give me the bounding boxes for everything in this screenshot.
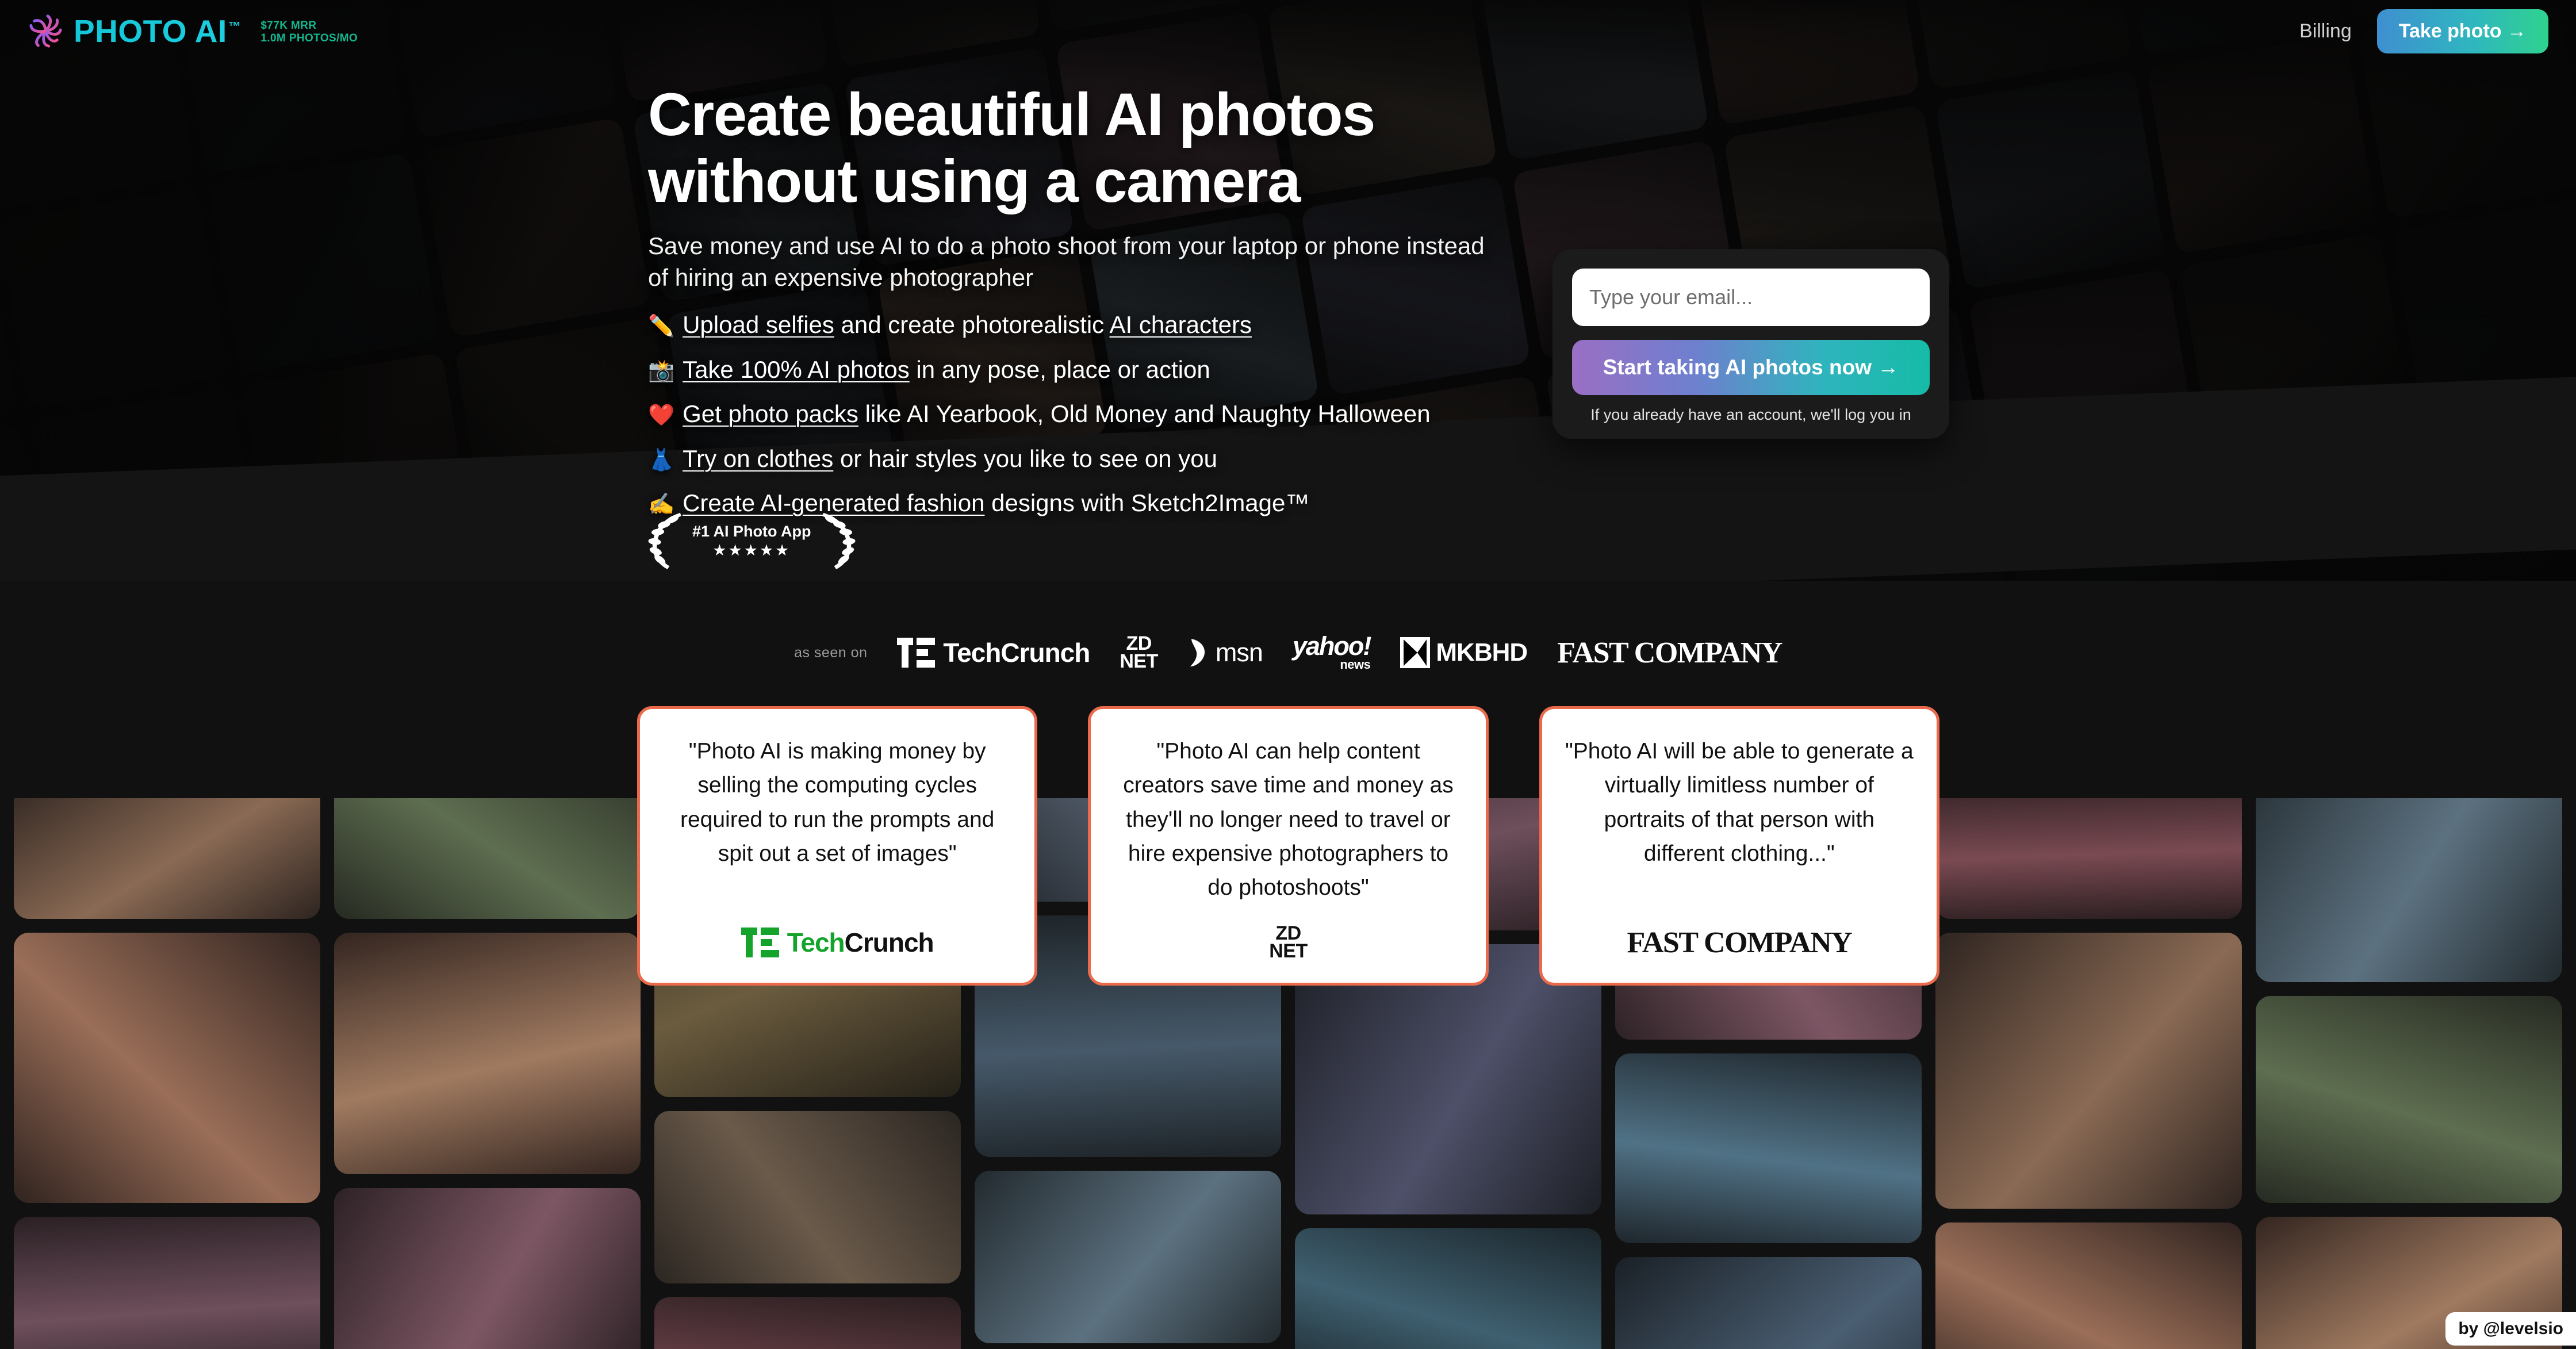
page-title: Create beautiful AI photos without using… bbox=[648, 81, 1375, 215]
camera-icon: 📸 bbox=[648, 358, 675, 382]
stat-mrr: $77K MRR bbox=[260, 20, 317, 32]
hero-copy-block: Create beautiful AI photos without using… bbox=[648, 82, 1488, 518]
stat-photos: 1.0M PHOTOS/MO bbox=[260, 32, 358, 44]
take-photo-button[interactable]: Take photo → bbox=[2376, 9, 2548, 53]
nav-link-billing[interactable]: Billing bbox=[2299, 20, 2352, 43]
award-star-rating: ★★★★★ bbox=[712, 542, 791, 559]
hero-feature-item: ✏️ Upload selfies and create photorealist… bbox=[648, 311, 1488, 339]
laurel-right-icon bbox=[822, 512, 856, 569]
spiral-logo-icon bbox=[29, 14, 62, 48]
hero-subheadline: Save money and use AI to do a photo shoo… bbox=[648, 232, 1485, 291]
signup-card: Start taking AI photos now → If you alre… bbox=[1552, 249, 1949, 439]
award-badge: #1 AI Photo App ★★★★★ bbox=[644, 509, 860, 572]
nav-actions: Billing Take photo → bbox=[2299, 9, 2548, 53]
start-taking-photos-button[interactable]: Start taking AI photos now → bbox=[1572, 340, 1930, 395]
hero-feature-link[interactable]: AI characters bbox=[1110, 311, 1252, 338]
hero-feature-item: 📸 Take 100% AI photos in any pose, place … bbox=[648, 355, 1488, 384]
heart-icon: ❤️ bbox=[648, 403, 675, 427]
pencil-icon: ✏️ bbox=[648, 314, 675, 338]
hero-feature-text: Upload selfies and create photorealistic… bbox=[683, 311, 1252, 339]
dress-icon: 👗 bbox=[648, 447, 675, 472]
brand-name-text: PHOTO AI™ bbox=[74, 13, 241, 49]
author-credit-badge[interactable]: by @levelsio bbox=[2445, 1312, 2576, 1346]
email-input[interactable] bbox=[1572, 269, 1930, 326]
hero-feature-text: Get photo packs like AI Yearbook, Old Mo… bbox=[683, 400, 1431, 428]
award-title: #1 AI Photo App bbox=[692, 523, 811, 540]
hero-content: Create beautiful AI photos without using… bbox=[0, 0, 2576, 1349]
hero-feature-link[interactable]: Try on clothes bbox=[683, 445, 833, 472]
signup-note: If you already have an account, we'll lo… bbox=[1590, 406, 1911, 423]
hero-feature-text: Take 100% AI photos in any pose, place o… bbox=[683, 355, 1210, 383]
top-navigation-bar: PHOTO AI™ $77K MRR 1.0M PHOTOS/MO Billin… bbox=[0, 0, 2576, 62]
hero-feature-link[interactable]: Upload selfies bbox=[683, 311, 834, 338]
brand-logo[interactable]: PHOTO AI™ $77K MRR 1.0M PHOTOS/MO bbox=[28, 13, 358, 49]
laurel-left-icon bbox=[648, 512, 681, 569]
photo-ai-landing-page: PHOTO AI™ $77K MRR 1.0M PHOTOS/MO Billin… bbox=[0, 0, 2576, 1349]
award-badge-text: #1 AI Photo App ★★★★★ bbox=[690, 523, 814, 558]
hero-feature-link[interactable]: Take 100% AI photos bbox=[683, 356, 910, 383]
hero-feature-item: 👗 Try on clothes or hair styles you like … bbox=[648, 444, 1488, 473]
hero-feature-link[interactable]: Get photo packs bbox=[683, 400, 858, 427]
hero-feature-list: ✏️ Upload selfies and create photorealist… bbox=[648, 311, 1488, 518]
brand-stats: $77K MRR 1.0M PHOTOS/MO bbox=[260, 18, 358, 44]
hero-feature-text: Try on clothes or hair styles you like t… bbox=[683, 444, 1217, 472]
hero-feature-item: ❤️ Get photo packs like AI Yearbook, Old … bbox=[648, 400, 1488, 428]
